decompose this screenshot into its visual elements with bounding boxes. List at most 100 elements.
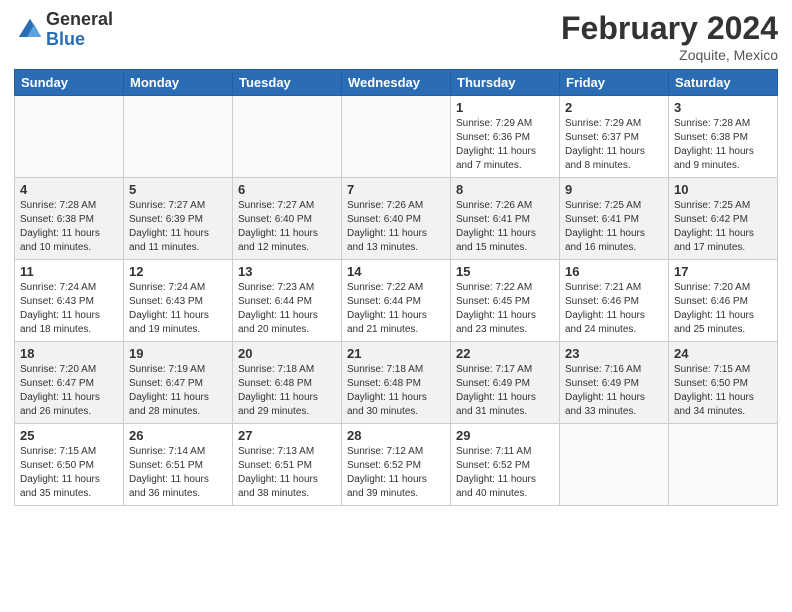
header-day-tuesday: Tuesday [233, 70, 342, 96]
day-number: 25 [20, 428, 118, 443]
header-row: SundayMondayTuesdayWednesdayThursdayFrid… [15, 70, 778, 96]
day-cell [669, 424, 778, 506]
logo-general-text: General [46, 10, 113, 30]
day-cell [342, 96, 451, 178]
day-number: 3 [674, 100, 772, 115]
day-info: Sunrise: 7:15 AM Sunset: 6:50 PM Dayligh… [20, 445, 118, 501]
day-cell [15, 96, 124, 178]
day-number: 16 [565, 264, 663, 279]
day-number: 28 [347, 428, 445, 443]
day-info: Sunrise: 7:14 AM Sunset: 6:51 PM Dayligh… [129, 445, 227, 501]
day-cell: 5 Sunrise: 7:27 AM Sunset: 6:39 PM Daylig… [124, 178, 233, 260]
day-cell: 25 Sunrise: 7:15 AM Sunset: 6:50 PM Dayli… [15, 424, 124, 506]
day-number: 1 [456, 100, 554, 115]
header-day-friday: Friday [560, 70, 669, 96]
week-row-2: 4Sunrise: 7:28 AM Sunset: 6:38 PM Daylig… [15, 178, 778, 260]
calendar: SundayMondayTuesdayWednesdayThursdayFrid… [14, 69, 778, 506]
day-number: 7 [347, 182, 445, 197]
day-cell: 27 Sunrise: 7:13 AM Sunset: 6:51 PM Dayli… [233, 424, 342, 506]
week-row-3: 11 Sunrise: 7:24 AM Sunset: 6:43 PM Dayli… [15, 260, 778, 342]
day-cell: 1Sunrise: 7:29 AM Sunset: 6:36 PM Daylig… [451, 96, 560, 178]
title-area: February 2024 Zoquite, Mexico [561, 10, 778, 63]
day-number: 13 [238, 264, 336, 279]
day-number: 9 [565, 182, 663, 197]
day-cell: 23Sunrise: 7:16 AM Sunset: 6:49 PM Dayli… [560, 342, 669, 424]
day-number: 15 [456, 264, 554, 279]
calendar-header: SundayMondayTuesdayWednesdayThursdayFrid… [15, 70, 778, 96]
day-cell: 29 Sunrise: 7:11 AM Sunset: 6:52 PM Dayli… [451, 424, 560, 506]
day-info: Sunrise: 7:25 AM Sunset: 6:41 PM Dayligh… [565, 199, 663, 255]
header-day-wednesday: Wednesday [342, 70, 451, 96]
day-info: Sunrise: 7:25 AM Sunset: 6:42 PM Dayligh… [674, 199, 772, 255]
week-row-1: 1Sunrise: 7:29 AM Sunset: 6:36 PM Daylig… [15, 96, 778, 178]
day-cell: 3Sunrise: 7:28 AM Sunset: 6:38 PM Daylig… [669, 96, 778, 178]
day-info: Sunrise: 7:19 AM Sunset: 6:47 PM Dayligh… [129, 363, 227, 419]
day-info: Sunrise: 7:20 AM Sunset: 6:47 PM Dayligh… [20, 363, 118, 419]
day-cell [560, 424, 669, 506]
day-info: Sunrise: 7:22 AM Sunset: 6:44 PM Dayligh… [347, 281, 445, 337]
day-number: 29 [456, 428, 554, 443]
page: General Blue February 2024 Zoquite, Mexi… [0, 0, 792, 612]
day-info: Sunrise: 7:15 AM Sunset: 6:50 PM Dayligh… [674, 363, 772, 419]
header: General Blue February 2024 Zoquite, Mexi… [14, 10, 778, 63]
day-cell: 22 Sunrise: 7:17 AM Sunset: 6:49 PM Dayli… [451, 342, 560, 424]
day-cell: 24 Sunrise: 7:15 AM Sunset: 6:50 PM Dayli… [669, 342, 778, 424]
day-number: 11 [20, 264, 118, 279]
day-cell: 20 Sunrise: 7:18 AM Sunset: 6:48 PM Dayli… [233, 342, 342, 424]
day-info: Sunrise: 7:22 AM Sunset: 6:45 PM Dayligh… [456, 281, 554, 337]
day-cell: 4Sunrise: 7:28 AM Sunset: 6:38 PM Daylig… [15, 178, 124, 260]
day-cell [233, 96, 342, 178]
header-day-thursday: Thursday [451, 70, 560, 96]
day-info: Sunrise: 7:17 AM Sunset: 6:49 PM Dayligh… [456, 363, 554, 419]
week-row-4: 18Sunrise: 7:20 AM Sunset: 6:47 PM Dayli… [15, 342, 778, 424]
day-number: 27 [238, 428, 336, 443]
day-info: Sunrise: 7:18 AM Sunset: 6:48 PM Dayligh… [347, 363, 445, 419]
day-info: Sunrise: 7:26 AM Sunset: 6:40 PM Dayligh… [347, 199, 445, 255]
day-cell: 21 Sunrise: 7:18 AM Sunset: 6:48 PM Dayli… [342, 342, 451, 424]
day-info: Sunrise: 7:28 AM Sunset: 6:38 PM Dayligh… [20, 199, 118, 255]
day-cell: 12Sunrise: 7:24 AM Sunset: 6:43 PM Dayli… [124, 260, 233, 342]
day-number: 19 [129, 346, 227, 361]
day-number: 10 [674, 182, 772, 197]
day-number: 5 [129, 182, 227, 197]
day-number: 22 [456, 346, 554, 361]
day-cell: 18Sunrise: 7:20 AM Sunset: 6:47 PM Dayli… [15, 342, 124, 424]
day-cell: 11 Sunrise: 7:24 AM Sunset: 6:43 PM Dayli… [15, 260, 124, 342]
day-number: 21 [347, 346, 445, 361]
day-cell: 10 Sunrise: 7:25 AM Sunset: 6:42 PM Dayli… [669, 178, 778, 260]
day-cell: 13Sunrise: 7:23 AM Sunset: 6:44 PM Dayli… [233, 260, 342, 342]
calendar-body: 1Sunrise: 7:29 AM Sunset: 6:36 PM Daylig… [15, 96, 778, 506]
day-cell: 17Sunrise: 7:20 AM Sunset: 6:46 PM Dayli… [669, 260, 778, 342]
day-cell: 14 Sunrise: 7:22 AM Sunset: 6:44 PM Dayli… [342, 260, 451, 342]
logo-blue-text: Blue [46, 30, 113, 50]
day-info: Sunrise: 7:29 AM Sunset: 6:37 PM Dayligh… [565, 117, 663, 173]
day-info: Sunrise: 7:13 AM Sunset: 6:51 PM Dayligh… [238, 445, 336, 501]
week-row-5: 25 Sunrise: 7:15 AM Sunset: 6:50 PM Dayli… [15, 424, 778, 506]
day-cell: 7 Sunrise: 7:26 AM Sunset: 6:40 PM Daylig… [342, 178, 451, 260]
day-number: 20 [238, 346, 336, 361]
day-info: Sunrise: 7:24 AM Sunset: 6:43 PM Dayligh… [20, 281, 118, 337]
day-cell: 19 Sunrise: 7:19 AM Sunset: 6:47 PM Dayli… [124, 342, 233, 424]
logo-icon [16, 16, 44, 44]
logo: General Blue [14, 10, 113, 50]
day-cell: 28Sunrise: 7:12 AM Sunset: 6:52 PM Dayli… [342, 424, 451, 506]
header-day-sunday: Sunday [15, 70, 124, 96]
day-info: Sunrise: 7:24 AM Sunset: 6:43 PM Dayligh… [129, 281, 227, 337]
day-number: 6 [238, 182, 336, 197]
header-day-monday: Monday [124, 70, 233, 96]
day-info: Sunrise: 7:11 AM Sunset: 6:52 PM Dayligh… [456, 445, 554, 501]
day-info: Sunrise: 7:16 AM Sunset: 6:49 PM Dayligh… [565, 363, 663, 419]
day-cell: 15 Sunrise: 7:22 AM Sunset: 6:45 PM Dayli… [451, 260, 560, 342]
day-number: 8 [456, 182, 554, 197]
day-cell: 2Sunrise: 7:29 AM Sunset: 6:37 PM Daylig… [560, 96, 669, 178]
header-day-saturday: Saturday [669, 70, 778, 96]
day-number: 24 [674, 346, 772, 361]
day-cell: 9 Sunrise: 7:25 AM Sunset: 6:41 PM Daylig… [560, 178, 669, 260]
day-info: Sunrise: 7:20 AM Sunset: 6:46 PM Dayligh… [674, 281, 772, 337]
day-info: Sunrise: 7:18 AM Sunset: 6:48 PM Dayligh… [238, 363, 336, 419]
day-cell: 8Sunrise: 7:26 AM Sunset: 6:41 PM Daylig… [451, 178, 560, 260]
day-number: 26 [129, 428, 227, 443]
logo-text: General Blue [46, 10, 113, 50]
day-info: Sunrise: 7:27 AM Sunset: 6:39 PM Dayligh… [129, 199, 227, 255]
day-number: 14 [347, 264, 445, 279]
